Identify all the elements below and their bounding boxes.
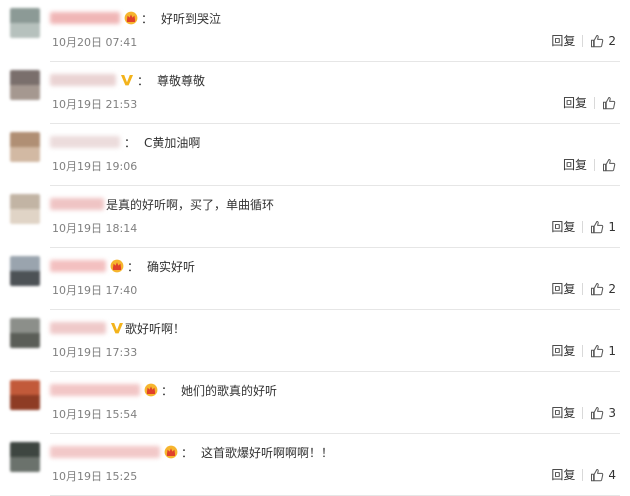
thumbs-up-icon — [602, 96, 616, 110]
action-divider — [594, 158, 595, 171]
crown-badge-icon — [109, 259, 125, 273]
reply-button[interactable]: 回复 — [551, 466, 575, 483]
avatar[interactable] — [10, 318, 40, 348]
like-count: 2 — [608, 33, 616, 48]
comment-time: 10月19日 17:33 — [52, 346, 138, 359]
thumbs-up-icon — [590, 406, 604, 420]
comment-item: ： 好听到哭泣 10月20日 07:41 回复 2 — [0, 0, 630, 62]
like-button[interactable]: 2 — [590, 34, 616, 48]
comment-item: ： 这首歌爆好听啊啊啊！！ 10月19日 15:25 回复 4 — [0, 434, 630, 496]
like-count: 1 — [608, 343, 616, 358]
comment-text: 歌好听啊！ — [125, 321, 186, 336]
reply-button[interactable]: 回复 — [551, 404, 575, 421]
comment-time: 10月19日 19:06 — [52, 160, 138, 173]
like-button[interactable] — [602, 96, 616, 110]
like-button[interactable]: 1 — [590, 220, 616, 234]
action-divider — [594, 96, 595, 109]
avatar[interactable] — [10, 70, 40, 100]
like-button[interactable]: 4 — [590, 468, 616, 482]
reply-button[interactable]: 回复 — [563, 94, 587, 111]
comment-time: 10月19日 15:25 — [52, 470, 138, 483]
username[interactable] — [50, 322, 106, 334]
reply-button[interactable]: 回复 — [551, 32, 575, 49]
colon: ： — [124, 135, 137, 150]
comment-time: 10月20日 07:41 — [52, 36, 138, 49]
action-divider — [582, 406, 584, 419]
action-divider — [582, 282, 584, 295]
comment-time: 10月19日 21:53 — [52, 98, 138, 111]
avatar[interactable] — [10, 132, 40, 162]
comment-actions: 回复 4 — [551, 466, 616, 483]
like-count: 3 — [608, 405, 616, 420]
comment-item: ： 确实好听 10月19日 17:40 回复 2 — [0, 248, 630, 310]
comment-actions: 回复 1 — [551, 342, 616, 359]
username[interactable] — [50, 74, 116, 86]
username[interactable] — [50, 12, 120, 24]
thumbs-up-icon — [590, 220, 604, 234]
username[interactable] — [50, 260, 106, 272]
reply-button[interactable]: 回复 — [551, 280, 575, 297]
action-divider — [582, 468, 584, 481]
comment-text: C黄加油啊 — [144, 135, 201, 150]
action-divider — [582, 344, 584, 357]
crown-badge-icon — [123, 11, 139, 25]
action-divider — [582, 220, 584, 233]
comment-list: ： 好听到哭泣 10月20日 07:41 回复 2 ： 尊敬尊敬 10月19日 … — [0, 0, 630, 496]
action-divider — [582, 34, 584, 47]
comment-actions: 回复 2 — [551, 280, 616, 297]
username[interactable] — [50, 446, 160, 458]
like-count: 4 — [608, 467, 616, 482]
comment-text: 好听到哭泣 — [161, 11, 222, 26]
comment-text: 她们的歌真的好听 — [181, 383, 278, 398]
comment-actions: 回复 — [563, 94, 616, 111]
verified-v-icon — [109, 321, 125, 335]
comment-actions: 回复 — [563, 156, 616, 173]
thumbs-up-icon — [590, 468, 604, 482]
comment-item: ： C黄加油啊 10月19日 19:06 回复 — [0, 124, 630, 186]
comment-time: 10月19日 17:40 — [52, 284, 138, 297]
comment-item: ： 她们的歌真的好听 10月19日 15:54 回复 3 — [0, 372, 630, 434]
comment-actions: 回复 3 — [551, 404, 616, 421]
colon: ： — [137, 73, 150, 88]
colon: ： — [127, 259, 140, 274]
thumbs-up-icon — [590, 344, 604, 358]
comment-text: 是真的好听啊，买了，单曲循环 — [106, 197, 275, 212]
colon: ： — [181, 445, 194, 460]
username[interactable] — [50, 198, 104, 210]
verified-v-icon — [119, 73, 135, 87]
reply-button[interactable]: 回复 — [563, 156, 587, 173]
like-count: 1 — [608, 219, 616, 234]
comment-time: 10月19日 15:54 — [52, 408, 138, 421]
avatar[interactable] — [10, 194, 40, 224]
colon: ： — [141, 11, 154, 26]
avatar[interactable] — [10, 8, 40, 38]
comment-item: 是真的好听啊，买了，单曲循环 10月19日 18:14 回复 1 — [0, 186, 630, 248]
thumbs-up-icon — [590, 282, 604, 296]
thumbs-up-icon — [602, 158, 616, 172]
avatar[interactable] — [10, 380, 40, 410]
reply-button[interactable]: 回复 — [551, 342, 575, 359]
reply-button[interactable]: 回复 — [551, 218, 575, 235]
comment-text: 确实好听 — [147, 259, 196, 274]
like-button[interactable] — [602, 158, 616, 172]
colon: ： — [161, 383, 174, 398]
comment-item: 歌好听啊！ 10月19日 17:33 回复 1 — [0, 310, 630, 372]
comment-actions: 回复 1 — [551, 218, 616, 235]
comment-actions: 回复 2 — [551, 32, 616, 49]
comment-text: 尊敬尊敬 — [157, 73, 206, 88]
username[interactable] — [50, 384, 140, 396]
crown-badge-icon — [143, 383, 159, 397]
comment-text: 这首歌爆好听啊啊啊！！ — [201, 445, 334, 460]
like-button[interactable]: 3 — [590, 406, 616, 420]
like-button[interactable]: 1 — [590, 344, 616, 358]
like-button[interactable]: 2 — [590, 282, 616, 296]
crown-badge-icon — [163, 445, 179, 459]
avatar[interactable] — [10, 256, 40, 286]
comment-time: 10月19日 18:14 — [52, 222, 138, 235]
thumbs-up-icon — [590, 34, 604, 48]
comment-item: ： 尊敬尊敬 10月19日 21:53 回复 — [0, 62, 630, 124]
avatar[interactable] — [10, 442, 40, 472]
like-count: 2 — [608, 281, 616, 296]
username[interactable] — [50, 136, 120, 148]
